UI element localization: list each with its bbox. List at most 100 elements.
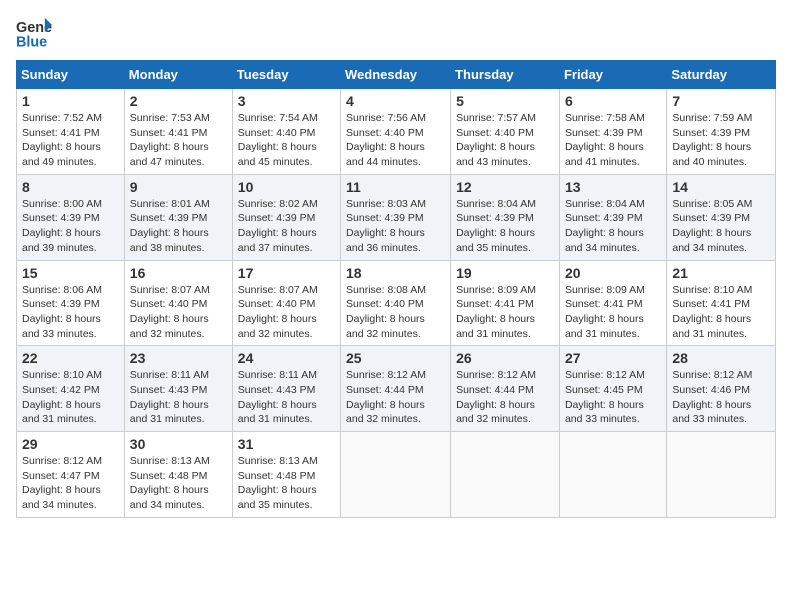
calendar-day-cell	[559, 432, 666, 518]
calendar-day-cell: 26 Sunrise: 8:12 AMSunset: 4:44 PMDaylig…	[451, 346, 560, 432]
calendar-day-cell: 11 Sunrise: 8:03 AMSunset: 4:39 PMDaylig…	[341, 174, 451, 260]
weekday-header-tuesday: Tuesday	[232, 61, 340, 89]
calendar-day-cell: 5 Sunrise: 7:57 AMSunset: 4:40 PMDayligh…	[451, 89, 560, 175]
day-info: Sunrise: 7:56 AMSunset: 4:40 PMDaylight:…	[346, 112, 426, 168]
day-number: 11	[346, 179, 445, 195]
day-info: Sunrise: 8:12 AMSunset: 4:46 PMDaylight:…	[672, 369, 752, 425]
weekday-header-monday: Monday	[124, 61, 232, 89]
day-number: 10	[238, 179, 335, 195]
day-info: Sunrise: 8:12 AMSunset: 4:44 PMDaylight:…	[346, 369, 426, 425]
day-info: Sunrise: 8:10 AMSunset: 4:41 PMDaylight:…	[672, 284, 752, 340]
calendar-day-cell: 2 Sunrise: 7:53 AMSunset: 4:41 PMDayligh…	[124, 89, 232, 175]
day-number: 23	[130, 350, 227, 366]
calendar-day-cell: 8 Sunrise: 8:00 AMSunset: 4:39 PMDayligh…	[17, 174, 125, 260]
day-number: 21	[672, 265, 770, 281]
calendar-week-row: 22 Sunrise: 8:10 AMSunset: 4:42 PMDaylig…	[17, 346, 776, 432]
calendar-day-cell: 16 Sunrise: 8:07 AMSunset: 4:40 PMDaylig…	[124, 260, 232, 346]
logo: General Blue	[16, 16, 52, 52]
calendar-day-cell: 3 Sunrise: 7:54 AMSunset: 4:40 PMDayligh…	[232, 89, 340, 175]
day-number: 31	[238, 436, 335, 452]
day-info: Sunrise: 8:07 AMSunset: 4:40 PMDaylight:…	[130, 284, 210, 340]
weekday-header-saturday: Saturday	[667, 61, 776, 89]
weekday-header-wednesday: Wednesday	[341, 61, 451, 89]
day-number: 16	[130, 265, 227, 281]
calendar-day-cell: 21 Sunrise: 8:10 AMSunset: 4:41 PMDaylig…	[667, 260, 776, 346]
day-number: 3	[238, 93, 335, 109]
logo-icon: General Blue	[16, 16, 52, 52]
calendar-day-cell: 13 Sunrise: 8:04 AMSunset: 4:39 PMDaylig…	[559, 174, 666, 260]
calendar-day-cell: 23 Sunrise: 8:11 AMSunset: 4:43 PMDaylig…	[124, 346, 232, 432]
calendar-day-cell: 12 Sunrise: 8:04 AMSunset: 4:39 PMDaylig…	[451, 174, 560, 260]
calendar-day-cell: 9 Sunrise: 8:01 AMSunset: 4:39 PMDayligh…	[124, 174, 232, 260]
calendar-day-cell: 15 Sunrise: 8:06 AMSunset: 4:39 PMDaylig…	[17, 260, 125, 346]
day-info: Sunrise: 8:11 AMSunset: 4:43 PMDaylight:…	[130, 369, 209, 425]
day-number: 20	[565, 265, 661, 281]
day-info: Sunrise: 8:12 AMSunset: 4:45 PMDaylight:…	[565, 369, 645, 425]
day-info: Sunrise: 8:07 AMSunset: 4:40 PMDaylight:…	[238, 284, 318, 340]
day-info: Sunrise: 7:58 AMSunset: 4:39 PMDaylight:…	[565, 112, 645, 168]
calendar-day-cell	[451, 432, 560, 518]
day-number: 6	[565, 93, 661, 109]
day-number: 15	[22, 265, 119, 281]
calendar-day-cell: 31 Sunrise: 8:13 AMSunset: 4:48 PMDaylig…	[232, 432, 340, 518]
calendar-week-row: 8 Sunrise: 8:00 AMSunset: 4:39 PMDayligh…	[17, 174, 776, 260]
day-number: 18	[346, 265, 445, 281]
day-number: 25	[346, 350, 445, 366]
calendar-day-cell: 17 Sunrise: 8:07 AMSunset: 4:40 PMDaylig…	[232, 260, 340, 346]
weekday-header-sunday: Sunday	[17, 61, 125, 89]
day-number: 27	[565, 350, 661, 366]
day-info: Sunrise: 8:12 AMSunset: 4:44 PMDaylight:…	[456, 369, 536, 425]
calendar-day-cell: 22 Sunrise: 8:10 AMSunset: 4:42 PMDaylig…	[17, 346, 125, 432]
calendar-week-row: 15 Sunrise: 8:06 AMSunset: 4:39 PMDaylig…	[17, 260, 776, 346]
calendar-day-cell: 27 Sunrise: 8:12 AMSunset: 4:45 PMDaylig…	[559, 346, 666, 432]
day-info: Sunrise: 8:11 AMSunset: 4:43 PMDaylight:…	[238, 369, 317, 425]
day-number: 1	[22, 93, 119, 109]
weekday-header-row: SundayMondayTuesdayWednesdayThursdayFrid…	[17, 61, 776, 89]
day-number: 28	[672, 350, 770, 366]
day-number: 30	[130, 436, 227, 452]
day-number: 9	[130, 179, 227, 195]
day-number: 4	[346, 93, 445, 109]
day-info: Sunrise: 8:02 AMSunset: 4:39 PMDaylight:…	[238, 198, 318, 254]
day-number: 12	[456, 179, 554, 195]
day-number: 19	[456, 265, 554, 281]
calendar-day-cell: 18 Sunrise: 8:08 AMSunset: 4:40 PMDaylig…	[341, 260, 451, 346]
day-number: 29	[22, 436, 119, 452]
weekday-header-thursday: Thursday	[451, 61, 560, 89]
svg-text:Blue: Blue	[16, 35, 47, 51]
day-info: Sunrise: 8:00 AMSunset: 4:39 PMDaylight:…	[22, 198, 102, 254]
day-info: Sunrise: 8:13 AMSunset: 4:48 PMDaylight:…	[238, 455, 318, 511]
day-number: 22	[22, 350, 119, 366]
page-header: General Blue	[16, 16, 776, 52]
calendar-day-cell	[667, 432, 776, 518]
calendar-day-cell: 4 Sunrise: 7:56 AMSunset: 4:40 PMDayligh…	[341, 89, 451, 175]
calendar-week-row: 1 Sunrise: 7:52 AMSunset: 4:41 PMDayligh…	[17, 89, 776, 175]
calendar-day-cell	[341, 432, 451, 518]
day-info: Sunrise: 7:59 AMSunset: 4:39 PMDaylight:…	[672, 112, 752, 168]
day-info: Sunrise: 8:06 AMSunset: 4:39 PMDaylight:…	[22, 284, 102, 340]
day-number: 14	[672, 179, 770, 195]
calendar-day-cell: 29 Sunrise: 8:12 AMSunset: 4:47 PMDaylig…	[17, 432, 125, 518]
day-info: Sunrise: 8:09 AMSunset: 4:41 PMDaylight:…	[456, 284, 536, 340]
day-number: 26	[456, 350, 554, 366]
day-info: Sunrise: 7:54 AMSunset: 4:40 PMDaylight:…	[238, 112, 318, 168]
day-info: Sunrise: 8:08 AMSunset: 4:40 PMDaylight:…	[346, 284, 426, 340]
day-info: Sunrise: 8:10 AMSunset: 4:42 PMDaylight:…	[22, 369, 102, 425]
day-info: Sunrise: 8:03 AMSunset: 4:39 PMDaylight:…	[346, 198, 426, 254]
day-info: Sunrise: 7:57 AMSunset: 4:40 PMDaylight:…	[456, 112, 536, 168]
day-info: Sunrise: 8:13 AMSunset: 4:48 PMDaylight:…	[130, 455, 210, 511]
calendar-day-cell: 28 Sunrise: 8:12 AMSunset: 4:46 PMDaylig…	[667, 346, 776, 432]
day-number: 24	[238, 350, 335, 366]
day-info: Sunrise: 7:53 AMSunset: 4:41 PMDaylight:…	[130, 112, 210, 168]
calendar-day-cell: 10 Sunrise: 8:02 AMSunset: 4:39 PMDaylig…	[232, 174, 340, 260]
calendar-day-cell: 30 Sunrise: 8:13 AMSunset: 4:48 PMDaylig…	[124, 432, 232, 518]
day-number: 17	[238, 265, 335, 281]
calendar-day-cell: 7 Sunrise: 7:59 AMSunset: 4:39 PMDayligh…	[667, 89, 776, 175]
calendar-day-cell: 25 Sunrise: 8:12 AMSunset: 4:44 PMDaylig…	[341, 346, 451, 432]
calendar-day-cell: 1 Sunrise: 7:52 AMSunset: 4:41 PMDayligh…	[17, 89, 125, 175]
calendar-day-cell: 6 Sunrise: 7:58 AMSunset: 4:39 PMDayligh…	[559, 89, 666, 175]
day-number: 7	[672, 93, 770, 109]
day-number: 8	[22, 179, 119, 195]
day-info: Sunrise: 8:04 AMSunset: 4:39 PMDaylight:…	[565, 198, 645, 254]
calendar-day-cell: 19 Sunrise: 8:09 AMSunset: 4:41 PMDaylig…	[451, 260, 560, 346]
